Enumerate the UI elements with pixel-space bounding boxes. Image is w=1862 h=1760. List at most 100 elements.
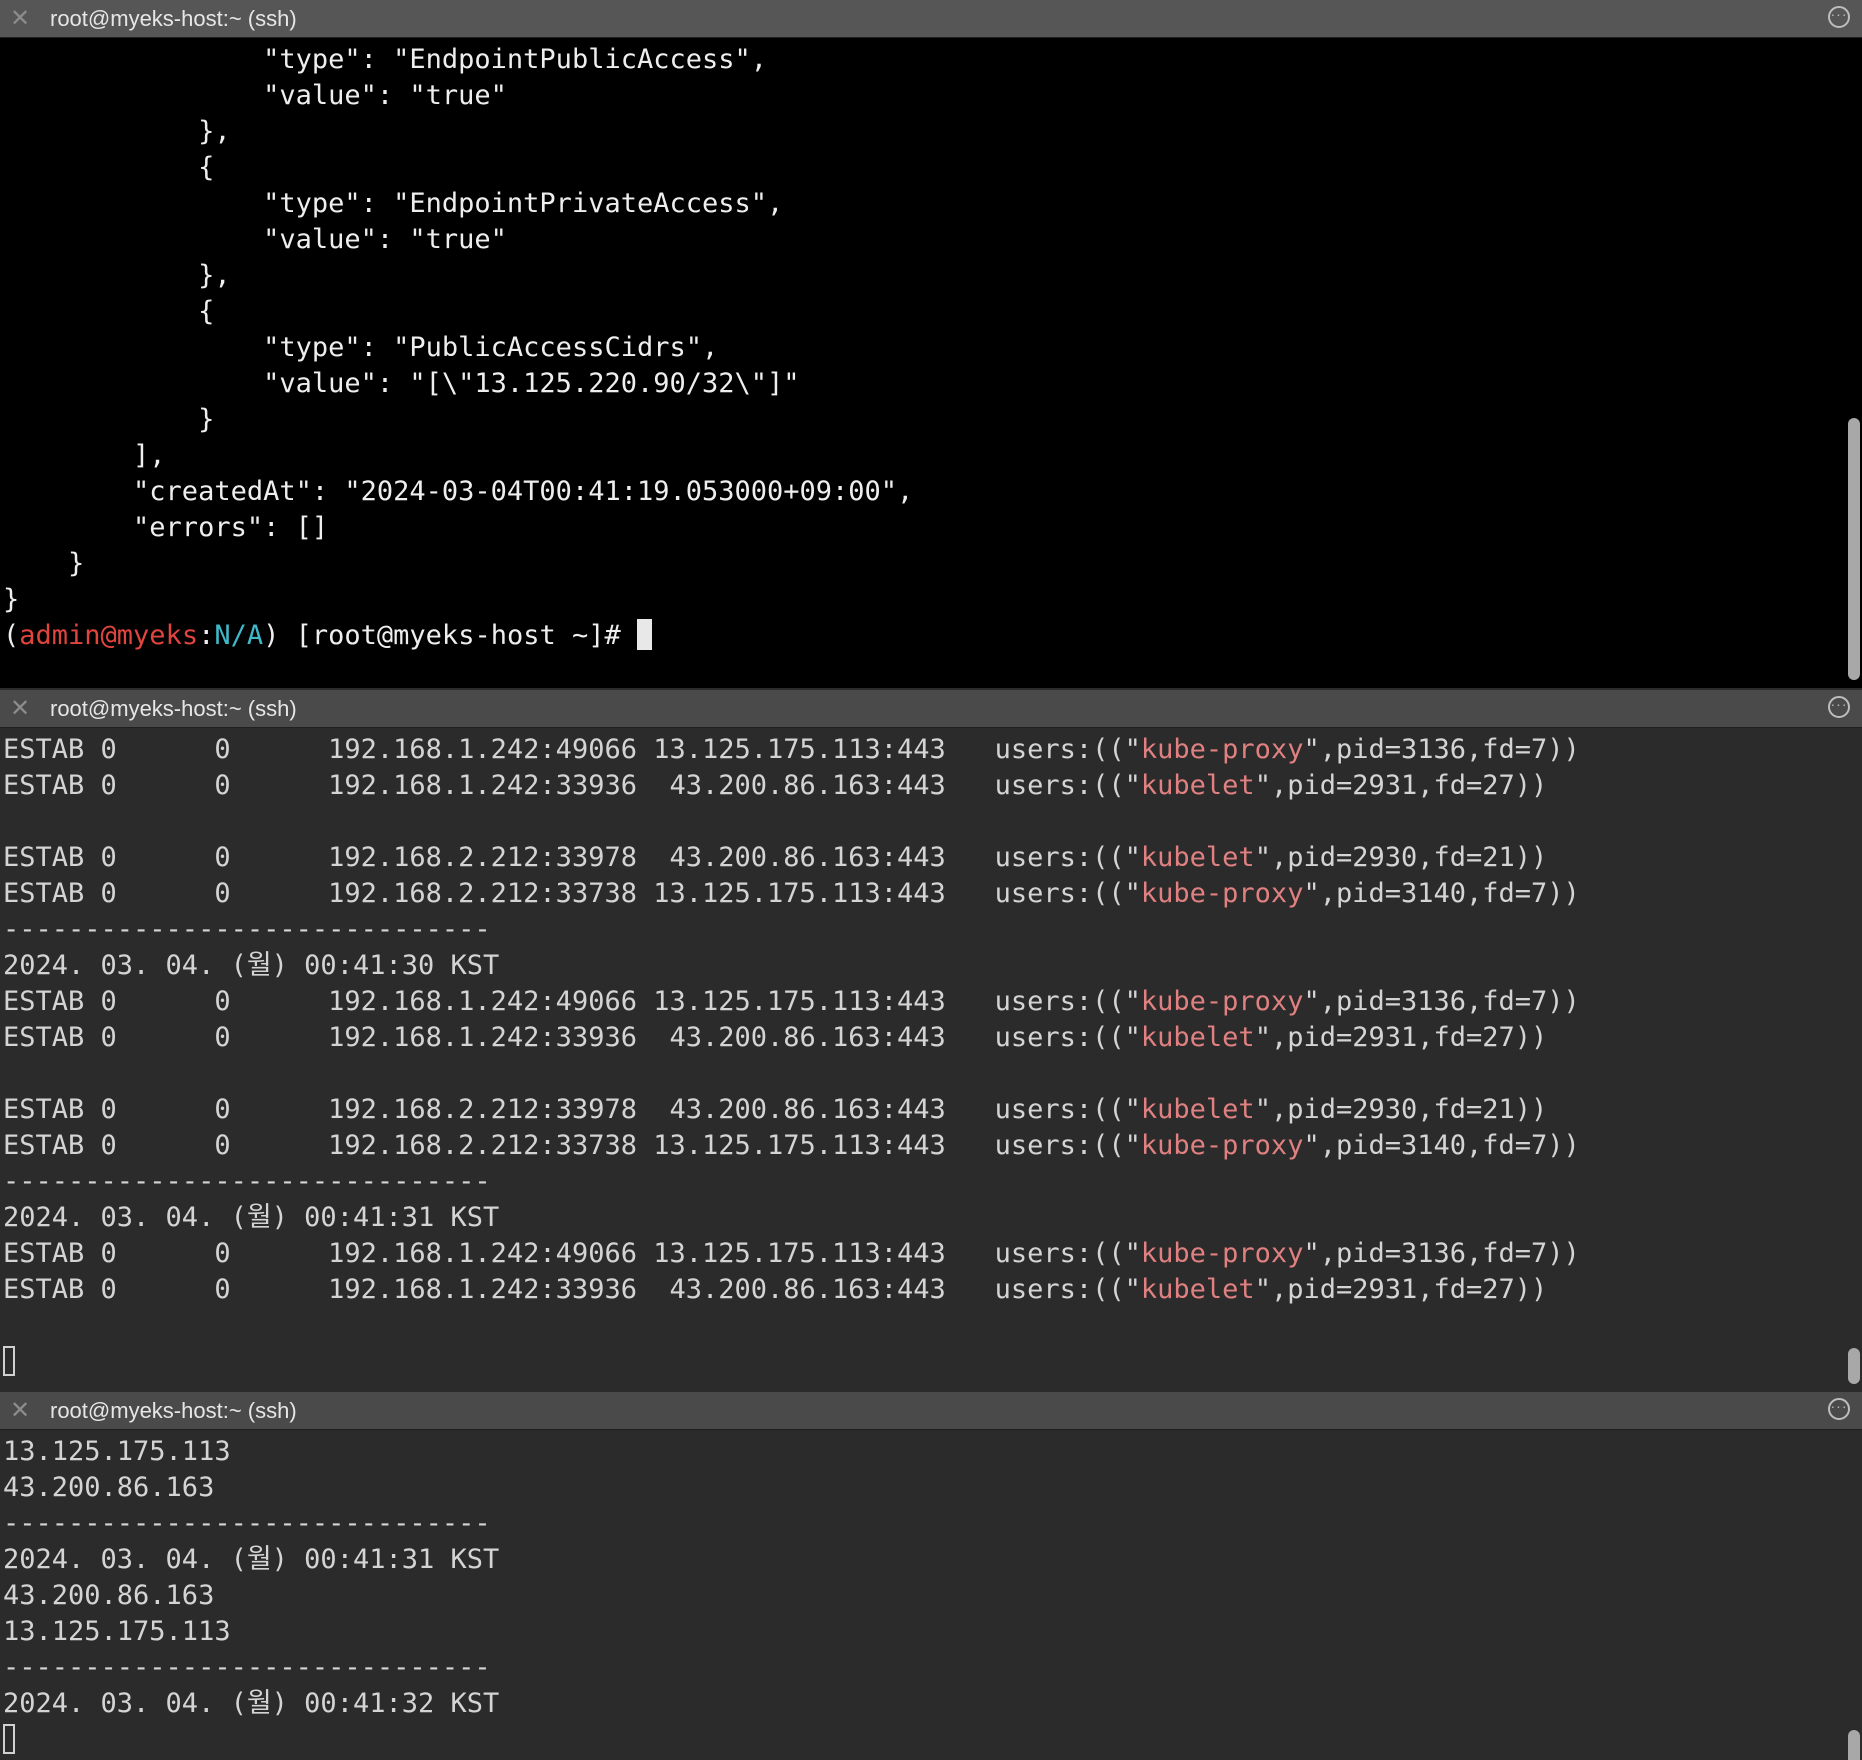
output-line: ESTAB 0 0 192.168.1.242:49066 13.125.175… xyxy=(3,1238,1580,1269)
line-tail: ",pid=2930,fd=21)) xyxy=(1254,842,1548,873)
scrollbar[interactable] xyxy=(1846,728,1860,1390)
output-line: ESTAB 0 0 192.168.1.242:33936 43.200.86.… xyxy=(3,1022,1547,1053)
line-text: ESTAB 0 0 192.168.1.242:33936 43.200.86.… xyxy=(3,1022,1141,1053)
output-line: ESTAB 0 0 192.168.2.212:33738 13.125.175… xyxy=(3,1130,1580,1161)
output-line: 43.200.86.163 xyxy=(3,1472,215,1503)
output-line: "value": "true" xyxy=(3,80,507,111)
output-line: 2024. 03. 04. (월) 00:41:31 KST xyxy=(3,1202,499,1233)
prompt-open: ( xyxy=(3,620,20,651)
pane-titlebar[interactable]: ✕ root@myeks-host:~ (ssh) ··· xyxy=(0,690,1862,728)
pane-title: root@myeks-host:~ (ssh) xyxy=(50,696,297,721)
terminal-output[interactable]: "type": "EndpointPublicAccess", "value":… xyxy=(0,38,1862,688)
prompt-sep: : xyxy=(198,620,215,651)
output-line: "type": "PublicAccessCidrs", xyxy=(3,332,719,363)
output-line: ESTAB 0 0 192.168.2.212:33978 43.200.86.… xyxy=(3,1094,1547,1125)
terminal-output[interactable]: ESTAB 0 0 192.168.1.242:49066 13.125.175… xyxy=(0,728,1862,1390)
output-line: 2024. 03. 04. (월) 00:41:32 KST xyxy=(3,1688,500,1719)
process-name: kube-proxy xyxy=(1140,878,1304,909)
more-options-icon[interactable]: ··· xyxy=(1828,6,1850,28)
process-name: kubelet xyxy=(1140,842,1255,873)
output-line: } xyxy=(3,404,215,435)
line-text: ------------------------------ xyxy=(3,914,491,945)
close-icon[interactable]: ✕ xyxy=(8,1398,32,1422)
process-name: kubelet xyxy=(1140,1022,1255,1053)
output-line: "value": "true" xyxy=(3,224,507,255)
output-line: ESTAB 0 0 192.168.1.242:33936 43.200.86.… xyxy=(3,1274,1547,1305)
more-options-icon[interactable]: ··· xyxy=(1828,696,1850,718)
terminal-output[interactable]: 13.125.175.113 43.200.86.163 -----------… xyxy=(0,1430,1862,1760)
line-tail: ",pid=2930,fd=21)) xyxy=(1254,1094,1548,1125)
pane-title: root@myeks-host:~ (ssh) xyxy=(50,1398,297,1423)
cursor xyxy=(3,1724,15,1754)
output-line: "value": "[\"13.125.220.90/32\"]" xyxy=(3,368,800,399)
output-line: ESTAB 0 0 192.168.2.212:33738 13.125.175… xyxy=(3,878,1580,909)
output-line: ------------------------------ xyxy=(3,1508,491,1539)
pane-title: root@myeks-host:~ (ssh) xyxy=(50,6,297,31)
scrollbar-thumb[interactable] xyxy=(1848,1348,1860,1384)
terminal-text: ESTAB 0 0 192.168.1.242:49066 13.125.175… xyxy=(0,728,1862,1380)
output-line: ESTAB 0 0 192.168.1.242:49066 13.125.175… xyxy=(3,734,1580,765)
close-icon[interactable]: ✕ xyxy=(8,6,32,30)
line-text: ESTAB 0 0 192.168.1.242:49066 13.125.175… xyxy=(3,734,1141,765)
line-text: ESTAB 0 0 192.168.2.212:33738 13.125.175… xyxy=(3,1130,1141,1161)
prompt-ns: N/A xyxy=(214,620,264,651)
output-line: "type": "EndpointPublicAccess", xyxy=(3,44,768,75)
close-icon[interactable]: ✕ xyxy=(8,696,32,720)
cursor xyxy=(637,619,652,650)
output-line: } xyxy=(3,584,20,615)
output-line: ESTAB 0 0 192.168.1.242:33936 43.200.86.… xyxy=(3,770,1547,801)
line-text: ESTAB 0 0 192.168.1.242:49066 13.125.175… xyxy=(3,986,1141,1017)
line-tail: ",pid=2931,fd=27)) xyxy=(1254,1274,1548,1305)
line-text: ESTAB 0 0 192.168.1.242:33936 43.200.86.… xyxy=(3,770,1141,801)
output-line: ------------------------------ xyxy=(3,1166,491,1197)
terminal-text: "type": "EndpointPublicAccess", "value":… xyxy=(0,38,1862,654)
process-name: kubelet xyxy=(1140,1274,1255,1305)
process-name: kube-proxy xyxy=(1140,1238,1304,1269)
pane-titlebar[interactable]: ✕ root@myeks-host:~ (ssh) ··· xyxy=(0,1392,1862,1430)
pane-titlebar[interactable]: ✕ root@myeks-host:~ (ssh) ··· xyxy=(0,0,1862,38)
output-line: { xyxy=(3,152,215,183)
line-tail: ",pid=3136,fd=7)) xyxy=(1303,734,1580,765)
process-name: kube-proxy xyxy=(1140,1130,1304,1161)
line-text: ESTAB 0 0 192.168.1.242:33936 43.200.86.… xyxy=(3,1274,1141,1305)
terminal-pane-bottom[interactable]: ✕ root@myeks-host:~ (ssh) ··· 13.125.175… xyxy=(0,1392,1862,1760)
line-tail: ",pid=3140,fd=7)) xyxy=(1303,878,1580,909)
line-text: ESTAB 0 0 192.168.2.212:33978 43.200.86.… xyxy=(3,1094,1141,1125)
output-line: }, xyxy=(3,260,231,291)
prompt-rest: ) [root@myeks-host ~]# xyxy=(263,620,637,651)
output-line: 2024. 03. 04. (월) 00:41:30 KST xyxy=(3,950,499,981)
scrollbar-thumb[interactable] xyxy=(1848,1730,1860,1760)
scrollbar[interactable] xyxy=(1846,38,1860,688)
output-line: ESTAB 0 0 192.168.2.212:33978 43.200.86.… xyxy=(3,842,1547,873)
output-line: }, xyxy=(3,116,231,147)
scrollbar[interactable] xyxy=(1846,1430,1860,1760)
line-text: ESTAB 0 0 192.168.2.212:33738 13.125.175… xyxy=(3,878,1141,909)
output-line: "errors": [] xyxy=(3,512,329,543)
shell-prompt: (admin@myeks:N/A) [root@myeks-host ~]# xyxy=(3,619,652,651)
line-tail: ",pid=3136,fd=7)) xyxy=(1303,1238,1580,1269)
output-line: ------------------------------ xyxy=(3,914,491,945)
line-text: 2024. 03. 04. (월) 00:41:31 KST xyxy=(3,1202,500,1233)
output-line: ], xyxy=(3,440,166,471)
process-name: kube-proxy xyxy=(1140,986,1304,1017)
output-line: "type": "EndpointPrivateAccess", xyxy=(3,188,784,219)
line-text: ESTAB 0 0 192.168.2.212:33978 43.200.86.… xyxy=(3,842,1141,873)
line-text: ------------------------------ xyxy=(3,1166,491,1197)
line-tail: ",pid=2931,fd=27)) xyxy=(1254,770,1548,801)
process-name: kubelet xyxy=(1140,770,1255,801)
line-tail: ",pid=2931,fd=27)) xyxy=(1254,1022,1548,1053)
more-options-icon[interactable]: ··· xyxy=(1828,1398,1850,1420)
line-tail: ",pid=3140,fd=7)) xyxy=(1303,1130,1580,1161)
output-line: ESTAB 0 0 192.168.1.242:49066 13.125.175… xyxy=(3,986,1580,1017)
output-line: } xyxy=(3,548,85,579)
process-name: kubelet xyxy=(1140,1094,1255,1125)
output-line: 13.125.175.113 xyxy=(3,1436,231,1467)
scrollbar-thumb[interactable] xyxy=(1848,418,1860,680)
output-line: 2024. 03. 04. (월) 00:41:31 KST xyxy=(3,1544,500,1575)
output-line: 13.125.175.113 xyxy=(3,1616,231,1647)
process-name: kube-proxy xyxy=(1140,734,1304,765)
line-text: ESTAB 0 0 192.168.1.242:49066 13.125.175… xyxy=(3,1238,1141,1269)
cursor xyxy=(3,1346,15,1376)
terminal-pane-top[interactable]: ✕ root@myeks-host:~ (ssh) ··· "type": "E… xyxy=(0,0,1862,688)
terminal-pane-middle[interactable]: ✕ root@myeks-host:~ (ssh) ··· ESTAB 0 0 … xyxy=(0,690,1862,1390)
